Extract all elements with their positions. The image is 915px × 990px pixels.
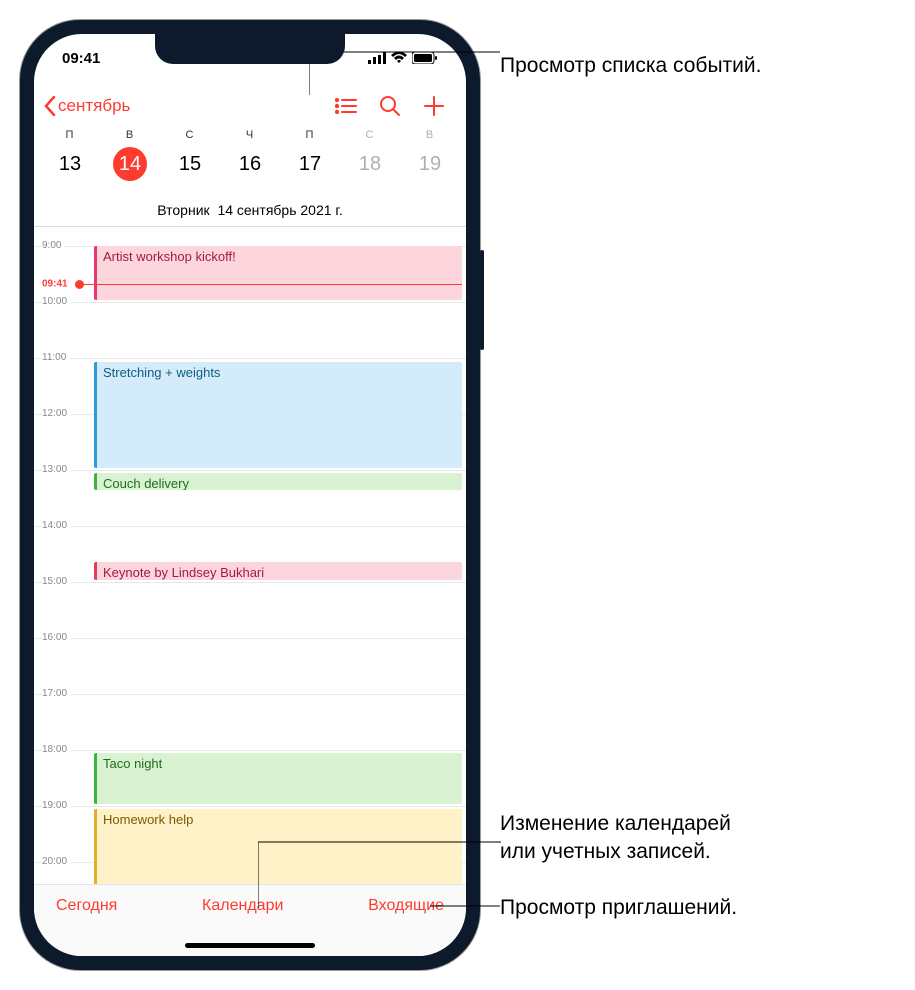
day-18[interactable]: 18 bbox=[340, 147, 400, 181]
back-button[interactable]: сентябрь bbox=[44, 96, 130, 116]
callout-calendars: Изменение календарей или учетных записей… bbox=[500, 810, 731, 867]
date-line: Вторник 14 сентябрь 2021 г. bbox=[34, 202, 466, 227]
day-17[interactable]: 17 bbox=[280, 147, 340, 181]
weekday-label: С bbox=[340, 129, 400, 141]
callout-list-view: Просмотр списка событий. bbox=[500, 52, 761, 80]
leader-3 bbox=[430, 900, 500, 912]
hour-line: 14:00 bbox=[34, 526, 466, 527]
status-time: 09:41 bbox=[62, 50, 100, 67]
event[interactable]: Stretching + weights bbox=[94, 362, 462, 468]
status-icons bbox=[368, 52, 438, 64]
notch bbox=[155, 34, 345, 64]
hour-label: 16:00 bbox=[42, 632, 71, 643]
hour-line: 10:00 bbox=[34, 302, 466, 303]
day-19[interactable]: 19 bbox=[400, 147, 460, 181]
hour-label: 17:00 bbox=[42, 688, 71, 699]
side-button bbox=[480, 250, 484, 350]
full-date: 14 сентябрь 2021 г. bbox=[217, 202, 342, 218]
hour-line: 19:00 bbox=[34, 806, 466, 807]
hour-line: 15:00 bbox=[34, 582, 466, 583]
now-indicator bbox=[80, 284, 462, 285]
hour-label: 14:00 bbox=[42, 520, 71, 531]
hour-label: 13:00 bbox=[42, 464, 71, 475]
cellular-icon bbox=[368, 52, 386, 64]
hour-line: 11:00 bbox=[34, 358, 466, 359]
event[interactable]: Artist workshop kickoff! bbox=[94, 246, 462, 300]
hour-label: 18:00 bbox=[42, 744, 71, 755]
hour-line: 17:00 bbox=[34, 694, 466, 695]
hour-label: 10:00 bbox=[42, 296, 71, 307]
event[interactable]: Taco night bbox=[94, 753, 462, 804]
chevron-left-icon bbox=[44, 96, 56, 116]
week-bar: ПВСЧПСВ 13141516171819 bbox=[34, 129, 466, 181]
today-button[interactable]: Сегодня bbox=[56, 897, 117, 915]
now-label: 09:41 bbox=[42, 279, 68, 290]
hour-line: 18:00 bbox=[34, 750, 466, 751]
day-13[interactable]: 13 bbox=[40, 147, 100, 181]
event[interactable]: Keynote by Lindsey Bukhari bbox=[94, 562, 462, 580]
hour-label: 9:00 bbox=[42, 240, 65, 251]
phone-frame: 09:41 сентябрь ПВСЧПСВ bbox=[20, 20, 480, 970]
hour-label: 11:00 bbox=[42, 352, 70, 363]
hour-label: 19:00 bbox=[42, 800, 71, 811]
day-view[interactable]: 9:0010:0011:0012:0013:0014:0015:0016:001… bbox=[34, 228, 466, 884]
battery-icon bbox=[412, 52, 438, 64]
wifi-icon bbox=[391, 52, 407, 64]
home-indicator[interactable] bbox=[185, 943, 315, 948]
hour-line: 13:00 bbox=[34, 470, 466, 471]
list-icon bbox=[335, 98, 357, 114]
hour-label: 12:00 bbox=[42, 408, 71, 419]
weekday-label: В bbox=[400, 129, 460, 141]
weekday-label: С bbox=[160, 129, 220, 141]
weekday-label: Ч bbox=[220, 129, 280, 141]
hour-label: 20:00 bbox=[42, 856, 71, 867]
hour-label: 15:00 bbox=[42, 576, 71, 587]
back-label: сентябрь bbox=[58, 96, 130, 116]
weekday-label: П bbox=[280, 129, 340, 141]
weekday-label: П bbox=[40, 129, 100, 141]
screen: 09:41 сентябрь ПВСЧПСВ bbox=[34, 34, 466, 956]
event[interactable]: Couch delivery bbox=[94, 473, 462, 491]
day-16[interactable]: 16 bbox=[220, 147, 280, 181]
weekday-label: В bbox=[100, 129, 160, 141]
day-15[interactable]: 15 bbox=[160, 147, 220, 181]
hour-line: 16:00 bbox=[34, 638, 466, 639]
day-14[interactable]: 14 bbox=[100, 147, 160, 181]
timeline: 9:0010:0011:0012:0013:0014:0015:0016:001… bbox=[34, 228, 466, 884]
callout-inbox: Просмотр приглашений. bbox=[500, 894, 737, 922]
weekday: Вторник bbox=[157, 202, 209, 218]
